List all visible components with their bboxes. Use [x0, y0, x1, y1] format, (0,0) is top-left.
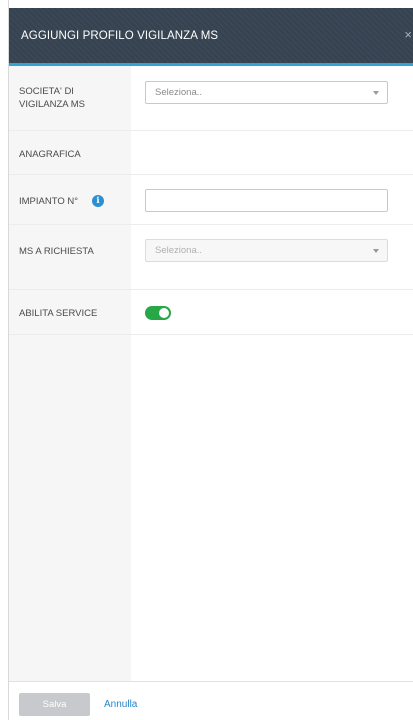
panel-title: AGGIUNGI PROFILO VIGILANZA MS	[21, 30, 219, 42]
form-row-abilita-service: ABILITA SERVICE	[9, 290, 413, 335]
form-row-societa: SOCIETA' DI VIGILANZA MS Seleziona..	[9, 66, 413, 131]
form-body: SOCIETA' DI VIGILANZA MS Seleziona.. ANA…	[9, 66, 413, 681]
societa-select-placeholder: Seleziona..	[155, 87, 203, 98]
impianto-label: IMPIANTO N°	[19, 196, 79, 207]
toggle-knob	[159, 308, 169, 318]
close-icon[interactable]: ×	[404, 28, 412, 41]
info-icon[interactable]: i	[92, 195, 104, 207]
impianto-input[interactable]	[145, 189, 388, 212]
ms-richiesta-select-placeholder: Seleziona..	[155, 245, 203, 256]
ms-richiesta-select[interactable]: Seleziona..	[145, 239, 388, 262]
panel-header: AGGIUNGI PROFILO VIGILANZA MS ×	[9, 8, 413, 66]
chevron-down-icon	[373, 249, 379, 253]
chevron-down-icon	[373, 91, 379, 95]
societa-select[interactable]: Seleziona..	[145, 81, 388, 104]
cancel-link[interactable]: Annulla	[104, 699, 137, 710]
ms-richiesta-label: MS A RICHIESTA	[19, 246, 94, 257]
anagrafica-label: ANAGRAFICA	[19, 149, 81, 160]
societa-label: SOCIETA' DI VIGILANZA MS	[19, 86, 85, 110]
form-row-impianto: IMPIANTO N° i	[9, 175, 413, 225]
save-button[interactable]: Salva	[19, 693, 90, 716]
abilita-service-toggle[interactable]	[145, 306, 171, 320]
abilita-service-label: ABILITA SERVICE	[19, 308, 98, 319]
form-row-anagrafica: ANAGRAFICA	[9, 131, 413, 175]
side-panel: AGGIUNGI PROFILO VIGILANZA MS × SOCIETA'…	[8, 0, 413, 720]
form-row-ms-richiesta: MS A RICHIESTA Seleziona..	[9, 225, 413, 290]
panel-footer: Salva Annulla	[9, 681, 413, 720]
